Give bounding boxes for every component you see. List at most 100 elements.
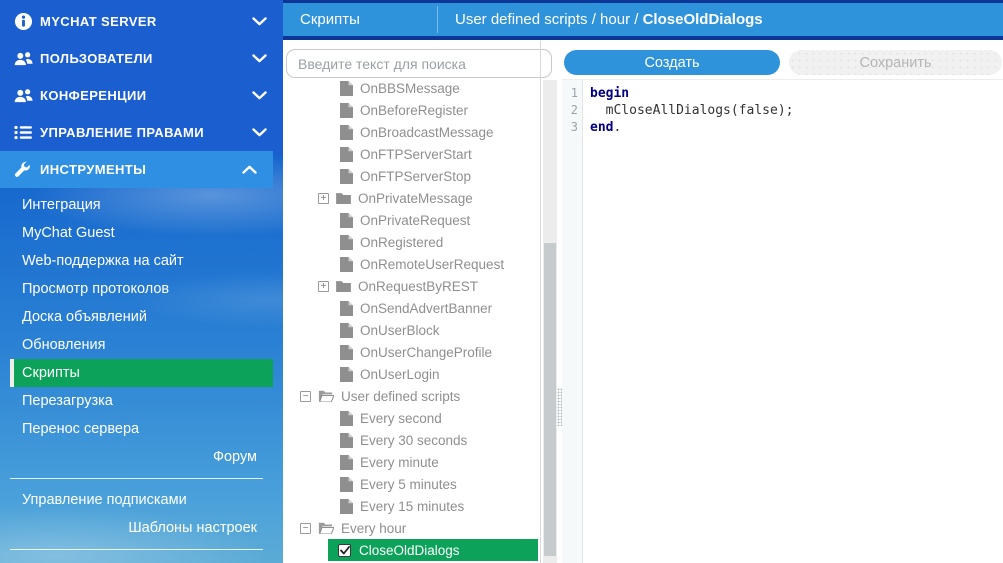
sidebar-section-2[interactable]: КОНФЕРЕНЦИИ bbox=[0, 77, 283, 114]
document-icon bbox=[340, 235, 353, 250]
expand-plus-icon[interactable]: + bbox=[318, 281, 329, 292]
sidebar-item-доска-объявлений[interactable]: Доска объявлений bbox=[0, 303, 273, 331]
sidebar-item-скрипты[interactable]: Скрипты bbox=[10, 359, 273, 387]
tree-row[interactable]: −User defined scripts bbox=[283, 385, 540, 407]
sidebar-sections: MYCHAT SERVER ПОЛЬЗОВАТЕЛИ КОНФЕРЕНЦИИ УПРА… bbox=[0, 3, 283, 188]
chevron-down-icon bbox=[252, 128, 267, 137]
tree-panel-border bbox=[540, 41, 541, 563]
document-icon bbox=[340, 499, 353, 514]
document-icon bbox=[340, 81, 353, 96]
users-icon bbox=[14, 88, 40, 104]
line-number-gutter: 123 bbox=[562, 80, 583, 563]
tree-row[interactable]: OnFTPServerStop bbox=[283, 165, 540, 187]
sidebar-item-mychat-guest[interactable]: MyChat Guest bbox=[0, 219, 273, 247]
document-icon bbox=[340, 367, 353, 382]
scripts-tree: OnBBSMessageOnBeforeRegisterOnBroadcastM… bbox=[283, 81, 540, 561]
sidebar-section-label: КОНФЕРЕНЦИИ bbox=[40, 88, 252, 103]
tree-row-selected[interactable]: CloseOldDialogs bbox=[328, 539, 538, 561]
tree-row[interactable]: OnBBSMessage bbox=[283, 81, 540, 99]
document-icon bbox=[340, 125, 353, 140]
wrench-icon bbox=[14, 161, 40, 178]
assign-menu-items: Назначение настроек клиентам bbox=[0, 557, 273, 563]
tree-row[interactable]: −Every hour bbox=[283, 517, 540, 539]
folder-open-icon bbox=[318, 522, 334, 534]
document-icon bbox=[340, 213, 353, 228]
sidebar-section-label: ПОЛЬЗОВАТЕЛИ bbox=[40, 51, 252, 66]
tree-scrollbar[interactable] bbox=[543, 80, 557, 563]
scripts-tree-viewport: OnBBSMessageOnBeforeRegisterOnBroadcastM… bbox=[283, 81, 540, 563]
collapse-minus-icon[interactable]: − bbox=[300, 523, 311, 534]
code-line: begin bbox=[590, 85, 1003, 102]
sidebar-section-4[interactable]: ИНСТРУМЕНТЫ bbox=[0, 151, 273, 188]
chevron-down-icon bbox=[252, 91, 267, 100]
editor-pane: Создать Сохранить 123 begin mCloseAllDia… bbox=[562, 40, 1003, 563]
sidebar-section-0[interactable]: MYCHAT SERVER bbox=[0, 3, 283, 40]
create-button[interactable]: Создать bbox=[564, 50, 780, 75]
tree-scrollbar-thumb[interactable] bbox=[544, 243, 556, 556]
sidebar-item-перезагрузка[interactable]: Перезагрузка bbox=[0, 387, 273, 415]
breadcrumb: User defined scripts / hour / CloseOldDi… bbox=[455, 3, 995, 36]
sidebar-section-label: MYCHAT SERVER bbox=[40, 14, 252, 29]
sidebar-item-web-поддержка-на-сайт[interactable]: Web-поддержка на сайт bbox=[0, 247, 273, 275]
mychat-admin-app: MYCHAT SERVER ПОЛЬЗОВАТЕЛИ КОНФЕРЕНЦИИ УПРА… bbox=[0, 0, 1003, 563]
sidebar-divider bbox=[10, 549, 263, 550]
sidebar-section-label: УПРАВЛЕНИЕ ПРАВАМИ bbox=[40, 125, 252, 140]
tools-menu-items: ИнтеграцияMyChat GuestWeb-поддержка на с… bbox=[0, 191, 273, 471]
sidebar-item-интеграция[interactable]: Интеграция bbox=[0, 191, 273, 219]
document-icon bbox=[340, 323, 353, 338]
sidebar-section-label: ИНСТРУМЕНТЫ bbox=[40, 162, 242, 177]
document-icon bbox=[340, 301, 353, 316]
sidebar-item-назначение-настроек-клиентам[interactable]: Назначение настроек клиентам bbox=[0, 557, 273, 563]
sidebar-item-управление-подписками[interactable]: Управление подписками bbox=[0, 486, 273, 514]
tree-row[interactable]: OnUserLogin bbox=[283, 363, 540, 385]
sidebar-item-форум[interactable]: Форум bbox=[0, 443, 273, 471]
tree-row[interactable]: OnFTPServerStart bbox=[283, 143, 540, 165]
code-editor[interactable]: 123 begin mCloseAllDialogs(false);end. bbox=[562, 80, 1003, 563]
sidebar-item-перенос-сервера[interactable]: Перенос сервера bbox=[0, 415, 273, 443]
document-icon bbox=[340, 411, 353, 426]
document-icon bbox=[340, 477, 353, 492]
folder-icon bbox=[336, 192, 351, 204]
document-icon bbox=[340, 433, 353, 448]
collapse-minus-icon[interactable]: − bbox=[300, 391, 311, 402]
tree-row[interactable]: OnUserChangeProfile bbox=[283, 341, 540, 363]
tree-row[interactable]: +OnPrivateMessage bbox=[283, 187, 540, 209]
line-number: 2 bbox=[562, 102, 578, 119]
tree-row[interactable]: Every 30 seconds bbox=[283, 429, 540, 451]
tree-row[interactable]: Every minute bbox=[283, 451, 540, 473]
sidebar-section-3[interactable]: УПРАВЛЕНИЕ ПРАВАМИ bbox=[0, 114, 283, 151]
code-area[interactable]: begin mCloseAllDialogs(false);end. bbox=[583, 80, 1003, 563]
script-enabled-checkbox[interactable] bbox=[338, 544, 351, 557]
folder-icon bbox=[336, 280, 351, 292]
tree-row[interactable]: OnBroadcastMessage bbox=[283, 121, 540, 143]
breadcrumb-current: CloseOldDialogs bbox=[643, 11, 763, 28]
main-area: Скрипты User defined scripts / hour / Cl… bbox=[283, 0, 1003, 563]
expand-plus-icon[interactable]: + bbox=[318, 193, 329, 204]
tree-row[interactable]: OnSendAdvertBanner bbox=[283, 297, 540, 319]
header-divider bbox=[437, 6, 438, 33]
sidebar: MYCHAT SERVER ПОЛЬЗОВАТЕЛИ КОНФЕРЕНЦИИ УПРА… bbox=[0, 0, 283, 563]
sidebar-section-1[interactable]: ПОЛЬЗОВАТЕЛИ bbox=[0, 40, 283, 77]
document-icon bbox=[340, 257, 353, 272]
sidebar-item-обновления[interactable]: Обновления bbox=[0, 331, 273, 359]
tree-row[interactable]: OnRemoteUserRequest bbox=[283, 253, 540, 275]
tree-row[interactable]: Every 15 minutes bbox=[283, 495, 540, 517]
tree-row[interactable]: Every second bbox=[283, 407, 540, 429]
info-icon bbox=[14, 12, 40, 31]
subscriptions-menu-items: Управление подпискамиШаблоны настроек bbox=[0, 486, 273, 542]
save-button[interactable]: Сохранить bbox=[789, 50, 1002, 75]
sidebar-item-просмотр-протоколов[interactable]: Просмотр протоколов bbox=[0, 275, 273, 303]
tree-row[interactable]: OnPrivateRequest bbox=[283, 209, 540, 231]
tree-row[interactable]: OnUserBlock bbox=[283, 319, 540, 341]
document-icon bbox=[340, 345, 353, 360]
users-icon bbox=[14, 51, 40, 67]
page-header: Скрипты User defined scripts / hour / Cl… bbox=[283, 0, 1003, 40]
tree-row[interactable]: CloseOldDialogs bbox=[283, 539, 540, 561]
sidebar-item-шаблоны-настроек[interactable]: Шаблоны настроек bbox=[0, 514, 273, 542]
tree-row[interactable]: OnRegistered bbox=[283, 231, 540, 253]
search-input[interactable] bbox=[286, 49, 552, 78]
tree-row[interactable]: Every 5 minutes bbox=[283, 473, 540, 495]
tree-row[interactable]: +OnRequestByREST bbox=[283, 275, 540, 297]
tab-scripts[interactable]: Скрипты bbox=[283, 3, 437, 36]
tree-row[interactable]: OnBeforeRegister bbox=[283, 99, 540, 121]
